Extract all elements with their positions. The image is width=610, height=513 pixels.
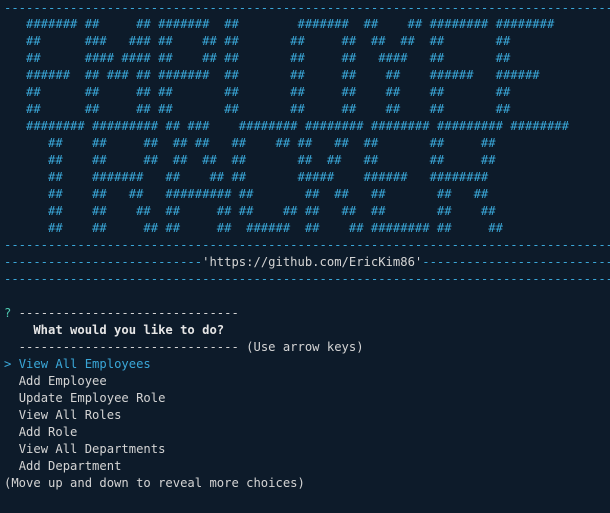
more-choices-hint: (Move up and down to reveal more choices… xyxy=(4,476,305,490)
menu-item-view-all-employees[interactable]: > View All Employees xyxy=(4,356,151,373)
prompt-header-line: ? ------------------------------ xyxy=(4,305,239,322)
menu-item-add-employee[interactable]: Add Employee xyxy=(4,373,107,390)
menu-item-label: Add Role xyxy=(18,425,78,439)
banner-art-line: ## ## ## ## ## ## ## ## ## ## ## xyxy=(4,153,496,167)
banner-mid-rule: ----------------------------------------… xyxy=(4,238,610,252)
menu-item-label: Update Employee Role xyxy=(18,391,166,405)
banner-top-rule: ----------------------------------------… xyxy=(4,1,610,15)
menu-item-label: Add Department xyxy=(18,459,122,473)
github-link-line: ---------------------------'https://gith… xyxy=(4,254,610,271)
link-rule-right: --------------------------- xyxy=(422,255,610,269)
prompt-rule-bottom: ------------------------------ xyxy=(4,340,239,354)
prompt-question: What would you like to do? xyxy=(4,323,225,337)
banner-art-line: ## ####### ## ## ## ##### ###### #######… xyxy=(4,170,489,184)
banner-art-line: ## ## ## ## ## ## ## ## ## ## ## ## xyxy=(4,136,496,150)
banner-art-line: ## ## ## ######### ## ## ## ## ## ## xyxy=(4,187,489,201)
banner-art-line: ## ## ## ## ## ## ## ## ## ## xyxy=(4,85,511,99)
menu-item-update-employee-role[interactable]: Update Employee Role xyxy=(4,390,166,407)
pointer-icon: > xyxy=(4,357,19,371)
banner-art-line: ###### ## ### ## ####### ## ## ## ## ###… xyxy=(4,68,540,82)
prompt-rule-top: ------------------------------ xyxy=(11,306,239,320)
banner-art-line: ## ## ## ## ## ## ## ## ## ## xyxy=(4,102,511,116)
banner-art-line: ## ## ## ## ## ###### ## ## ######## ## … xyxy=(4,221,503,235)
link-rule-left: --------------------------- xyxy=(4,255,203,269)
banner-art-line: ## #### #### ## ## ## ## ## #### ## ## xyxy=(4,51,511,65)
banner-bottom-rule: ----------------------------------------… xyxy=(4,272,610,286)
banner-art-line: ## ### ### ## ## ## ## ## ## ## ## ## xyxy=(4,34,511,48)
menu-item-label: Add Employee xyxy=(18,374,107,388)
banner-art-line: ######## ######### ## ### ######## #####… xyxy=(4,119,569,133)
menu-item-view-all-roles[interactable]: View All Roles xyxy=(4,407,122,424)
menu-item-add-department[interactable]: Add Department xyxy=(4,458,122,475)
menu-item-label: View All Employees xyxy=(18,357,151,371)
menu-item-add-role[interactable]: Add Role xyxy=(4,424,78,441)
menu-item-label: View All Roles xyxy=(18,408,122,422)
github-link[interactable]: 'https://github.com/EricKim86' xyxy=(202,255,422,269)
arrow-keys-hint: (Use arrow keys) xyxy=(238,340,364,354)
terminal-window: ----------------------------------------… xyxy=(0,0,610,513)
menu-item-label: View All Departments xyxy=(18,442,166,456)
prompt-footer-line: ------------------------------ (Use arro… xyxy=(4,339,364,356)
banner-art-line: ####### ## ## ####### ## ####### ## ## #… xyxy=(4,17,555,31)
banner-art-line: ## ## ## ## ## ## ## ## ## ## ## ## xyxy=(4,204,496,218)
menu-item-view-all-departments[interactable]: View All Departments xyxy=(4,441,166,458)
